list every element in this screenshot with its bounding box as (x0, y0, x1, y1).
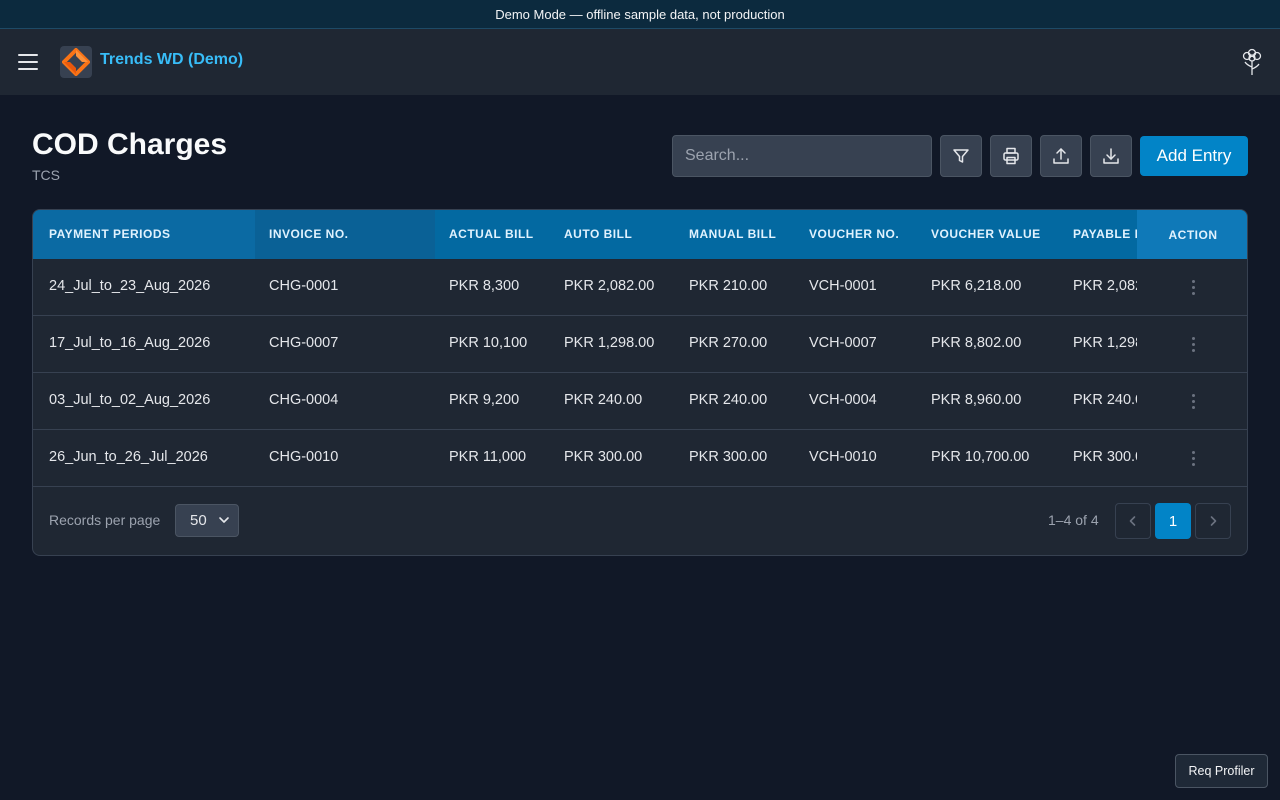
filter-icon (953, 149, 969, 163)
upload-button[interactable] (1040, 135, 1082, 177)
add-entry-button[interactable]: Add Entry (1140, 136, 1248, 176)
cell-payment-period: 24_Jul_to_23_Aug_2026 (49, 278, 211, 294)
cell-actual-bill: PKR 11,000 (449, 449, 527, 465)
table-header: PAYMENT PERIODS INVOICE NO. ACTUAL BILL … (33, 210, 1247, 259)
cell-voucher-value: PKR 8,960.00 (931, 392, 1022, 408)
cell-invoice-no: CHG-0007 (269, 335, 339, 351)
download-icon (1103, 148, 1119, 164)
cell-voucher-no: VCH-0004 (809, 392, 877, 408)
cell-manual-bill: PKR 300.00 (689, 449, 768, 465)
print-button[interactable] (990, 135, 1032, 177)
demo-mode-banner: Demo Mode — offline sample data, not pro… (0, 0, 1280, 29)
printer-icon (1003, 147, 1019, 165)
column-header-payable[interactable]: PAYABLE B (1073, 227, 1144, 241)
cell-payable: PKR 2,082.00 (1073, 278, 1137, 294)
cell-manual-bill: PKR 210.00 (689, 278, 768, 294)
demo-banner-text: Demo Mode — offline sample data, not pro… (495, 6, 785, 22)
cell-invoice-no: CHG-0010 (269, 449, 339, 465)
app-title[interactable]: Trends WD (Demo) (100, 51, 243, 69)
more-vertical-icon[interactable] (1181, 389, 1205, 413)
cell-payable: PKR 1,298.00 (1073, 335, 1137, 351)
records-per-page-select[interactable]: 50 (175, 504, 239, 537)
table-row[interactable]: 26_Jun_to_26_Jul_2026 CHG-0010 PKR 11,00… (33, 430, 1247, 487)
chevron-left-icon (1129, 516, 1136, 526)
upload-icon (1053, 148, 1069, 164)
cod-charges-table: PAYMENT PERIODS INVOICE NO. ACTUAL BILL … (32, 209, 1248, 556)
chevron-right-icon (1210, 516, 1217, 526)
row-action-cell (1137, 316, 1247, 372)
pagination-range: 1–4 of 4 (1048, 512, 1099, 528)
cell-manual-bill: PKR 240.00 (689, 392, 768, 408)
cell-payment-period: 03_Jul_to_02_Aug_2026 (49, 392, 211, 408)
download-button[interactable] (1090, 135, 1132, 177)
more-vertical-icon[interactable] (1181, 332, 1205, 356)
cell-invoice-no: CHG-0004 (269, 392, 339, 408)
menu-icon[interactable] (18, 52, 38, 72)
filter-button[interactable] (940, 135, 982, 177)
row-action-cell (1137, 259, 1247, 315)
req-profiler-button[interactable]: Req Profiler (1175, 754, 1268, 788)
cell-payable: PKR 240.00 (1073, 392, 1137, 408)
cell-payment-period: 26_Jun_to_26_Jul_2026 (49, 449, 208, 465)
cell-invoice-no: CHG-0001 (269, 278, 339, 294)
records-per-page-label: Records per page (49, 512, 161, 528)
flower-icon[interactable] (1240, 47, 1264, 77)
cell-payment-period: 17_Jul_to_16_Aug_2026 (49, 335, 211, 351)
row-action-cell (1137, 373, 1247, 429)
column-header-invoice-no[interactable]: INVOICE NO. (269, 227, 349, 241)
records-per-page-value: 50 (190, 512, 207, 529)
cell-payable: PKR 300.00 (1073, 449, 1137, 465)
column-header-auto-bill[interactable]: AUTO BILL (564, 227, 632, 241)
cell-auto-bill: PKR 300.00 (564, 449, 643, 465)
cell-voucher-value: PKR 6,218.00 (931, 278, 1022, 294)
cell-auto-bill: PKR 2,082.00 (564, 278, 655, 294)
table-row[interactable]: 17_Jul_to_16_Aug_2026 CHG-0007 PKR 10,10… (33, 316, 1247, 373)
more-vertical-icon[interactable] (1181, 446, 1205, 470)
page-subtitle: TCS (32, 167, 60, 183)
cell-voucher-value: PKR 10,700.00 (931, 449, 1030, 465)
page-title: COD Charges (32, 128, 228, 161)
cell-voucher-no: VCH-0010 (809, 449, 877, 465)
column-header-voucher-value[interactable]: VOUCHER VALUE (931, 227, 1041, 241)
cell-actual-bill: PKR 9,200 (449, 392, 520, 408)
top-app-bar: Trends WD (Demo) (0, 29, 1280, 95)
search-input[interactable] (672, 135, 932, 177)
column-header-voucher-no[interactable]: VOUCHER NO. (809, 227, 899, 241)
cell-voucher-no: VCH-0007 (809, 335, 877, 351)
app-logo-icon (60, 46, 92, 78)
cell-manual-bill: PKR 270.00 (689, 335, 768, 351)
table-row[interactable]: 24_Jul_to_23_Aug_2026 CHG-0001 PKR 8,300… (33, 259, 1247, 316)
cell-voucher-no: VCH-0001 (809, 278, 877, 294)
column-header-actual-bill[interactable]: ACTUAL BILL (449, 227, 534, 241)
chevron-down-icon (219, 517, 229, 523)
cell-voucher-value: PKR 8,802.00 (931, 335, 1022, 351)
more-vertical-icon[interactable] (1181, 275, 1205, 299)
cell-auto-bill: PKR 1,298.00 (564, 335, 655, 351)
cell-actual-bill: PKR 10,100 (449, 335, 528, 351)
column-header-action-label: ACTION (1168, 227, 1218, 242)
previous-page-button[interactable] (1115, 503, 1151, 539)
cell-auto-bill: PKR 240.00 (564, 392, 643, 408)
table-row[interactable]: 03_Jul_to_02_Aug_2026 CHG-0004 PKR 9,200… (33, 373, 1247, 430)
cell-actual-bill: PKR 8,300 (449, 278, 520, 294)
next-page-button[interactable] (1195, 503, 1231, 539)
column-header-manual-bill[interactable]: MANUAL BILL (689, 227, 776, 241)
row-action-cell (1137, 430, 1247, 486)
page-button-1[interactable]: 1 (1155, 503, 1191, 539)
column-header-payment-periods[interactable]: PAYMENT PERIODS (49, 227, 171, 241)
column-header-action: ACTION (1137, 210, 1247, 259)
